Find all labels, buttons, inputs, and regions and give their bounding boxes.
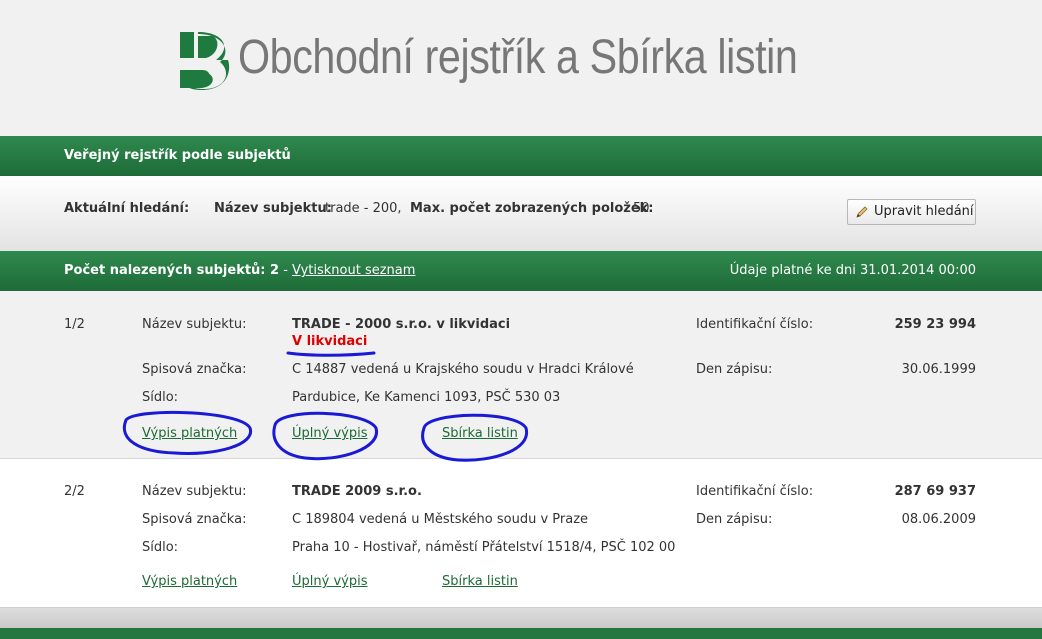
underline-annotation [286, 351, 376, 357]
hand-drawn-annotations [122, 351, 528, 462]
circle-annotation [272, 411, 378, 461]
circle-annotation [122, 410, 252, 455]
circle-annotation [421, 413, 528, 462]
